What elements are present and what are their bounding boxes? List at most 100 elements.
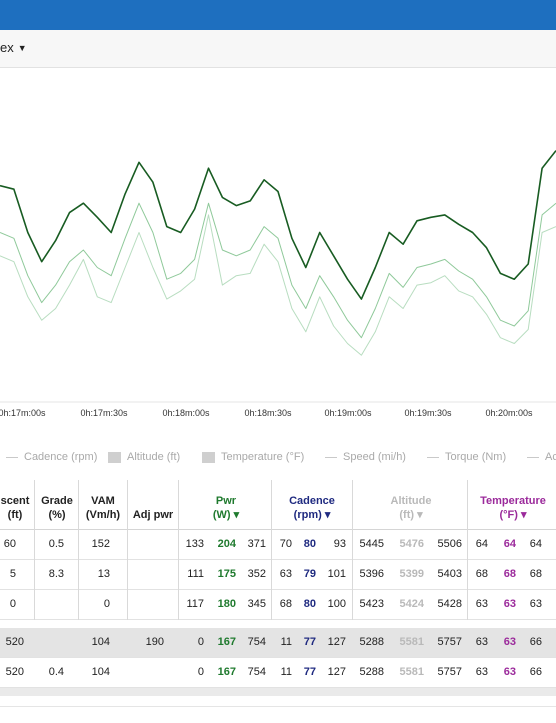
x-tick-label: 0h:17m:30s [80,408,128,418]
table-row[interactable]: 520 0.4 104 0 167 754 11 77 127 5288 558… [0,658,556,688]
chart-x-ticks: 0h:17m:00s 0h:17m:30s 0h:18m:00s 0h:18m:30s… [0,408,533,418]
cell-temp-avg: 64 [503,538,516,550]
cell-temp-min: 68 [475,568,488,580]
cell-temp-max: 64 [529,538,542,550]
legend-item-ac[interactable]: Ac [527,451,556,463]
cell-pwr-max: 754 [247,666,266,678]
legend-label: Speed (mi/h) [343,451,406,463]
table-row[interactable]: 0 0 117 180 345 68 80 100 5423 5424 5428… [0,590,556,620]
cell-cad-max: 127 [327,636,346,648]
cell-temp-max: 66 [529,636,542,648]
cell-temp-min: 63 [475,598,488,610]
legend-label: Cadence (rpm) [24,451,98,463]
cell-grade: 0.4 [48,666,64,678]
legend-item-speed[interactable]: Speed (mi/h) [325,451,406,463]
col-ascent-header[interactable]: scent (ft) [0,494,30,522]
header-unit: (°F) ▾ [499,509,527,521]
chart-series-group [0,150,556,356]
series-line-1 [0,150,556,300]
col-vam-header[interactable]: VAM (Vm/h) [80,494,126,522]
cell-alt-avg: 5581 [399,666,424,678]
cell-vam: 104 [91,636,110,648]
legend-line-swatch [527,456,539,458]
col-cadence-header[interactable]: Cadence (rpm) ▾ [272,494,352,522]
legend-item-altitude[interactable]: Altitude (ft) [108,451,180,463]
x-tick-label: 0h:19m:30s [404,408,452,418]
header-title: Pwr [215,495,237,507]
cell-temp-min: 64 [475,538,488,550]
cell-alt-avg: 5476 [399,538,424,550]
table-row[interactable]: 60 0.5 152 133 204 371 70 80 93 5445 547… [0,530,556,560]
cell-cad-max: 101 [327,568,346,580]
table-row[interactable]: 5 8.3 13 111 175 352 63 79 101 5396 5399… [0,560,556,590]
header-title: Grade [41,495,73,507]
cell-cad-min: 63 [279,568,292,580]
cell-alt-min: 5445 [359,538,384,550]
cell-vam: 152 [91,538,110,550]
table-row-summary[interactable]: 520 104 190 0 167 754 11 77 127 5288 558… [0,628,556,658]
header-unit: (W) ▾ [212,509,240,521]
cell-pwr-max: 345 [247,598,266,610]
cell-temp-avg: 68 [503,568,516,580]
cell-pwr-max: 371 [247,538,266,550]
col-adjpwr-header[interactable]: Adj pwr [128,508,178,522]
header-unit: (rpm) ▾ [293,509,331,521]
cell-alt-min: 5288 [359,636,384,648]
cell-vam: 13 [97,568,110,580]
col-grade-header[interactable]: Grade (%) [38,494,76,522]
cell-temp-max: 63 [529,598,542,610]
header-unit: (%) [48,509,66,521]
series-line-3 [0,214,556,356]
cell-pwr-max: 754 [247,636,266,648]
cell-cad-avg: 80 [303,598,316,610]
column-divider [127,480,128,620]
cell-cad-max: 127 [327,666,346,678]
header-title: Temperature [480,495,546,507]
chart-legend: Cadence (rpm) Altitude (ft) Temperature … [0,444,556,470]
cell-grade: 0.5 [48,538,64,550]
cell-cad-max: 100 [327,598,346,610]
cell-pwr-max: 352 [247,568,266,580]
cell-cad-avg: 80 [303,538,316,550]
header-title: Altitude [390,495,432,507]
legend-label: Ac [545,451,556,463]
legend-item-cadence[interactable]: Cadence (rpm) [6,451,97,463]
series-line-2 [0,202,556,339]
footer-divider [0,706,556,707]
header-unit: (Vm/h) [85,509,121,521]
x-tick-label: 0h:20m:00s [485,408,533,418]
cell-alt-avg: 5399 [399,568,424,580]
col-pwr-header[interactable]: Pwr (W) ▾ [180,494,272,522]
legend-item-temperature[interactable]: Temperature (°F) [202,451,304,463]
cell-ascent: 0 [9,598,16,610]
legend-item-torque[interactable]: Torque (Nm) [427,451,506,463]
column-divider [34,480,35,620]
cell-pwr-avg: 175 [217,568,236,580]
x-tick-label: 0h:18m:00s [162,408,210,418]
column-divider [271,480,272,620]
metric-dropdown[interactable]: ex ▼ [0,40,27,55]
column-divider [352,480,353,620]
cell-adjpwr: 190 [145,636,164,648]
column-divider [78,480,79,620]
cell-alt-max: 5757 [437,666,462,678]
cell-pwr-min: 133 [185,538,204,550]
metric-dropdown-label: ex [0,40,14,55]
legend-label: Temperature (°F) [221,451,305,463]
cell-cad-avg: 79 [303,568,316,580]
cell-pwr-min: 0 [197,636,204,648]
cell-alt-min: 5288 [359,666,384,678]
cell-alt-avg: 5424 [399,598,424,610]
cell-cad-avg: 77 [303,636,316,648]
cell-temp-max: 66 [529,666,542,678]
col-altitude-header[interactable]: Altitude (ft) ▾ [354,494,468,522]
cell-alt-avg: 5581 [399,636,424,648]
legend-line-swatch [427,456,439,458]
x-tick-label: 0h:17m:00s [0,408,46,418]
legend-line-swatch [6,456,18,458]
cell-ascent: 520 [5,636,24,648]
cell-temp-max: 68 [529,568,542,580]
cell-alt-max: 5428 [437,598,462,610]
col-temperature-header[interactable]: Temperature (°F) ▾ [470,494,556,522]
chevron-down-icon: ▼ [17,42,27,53]
